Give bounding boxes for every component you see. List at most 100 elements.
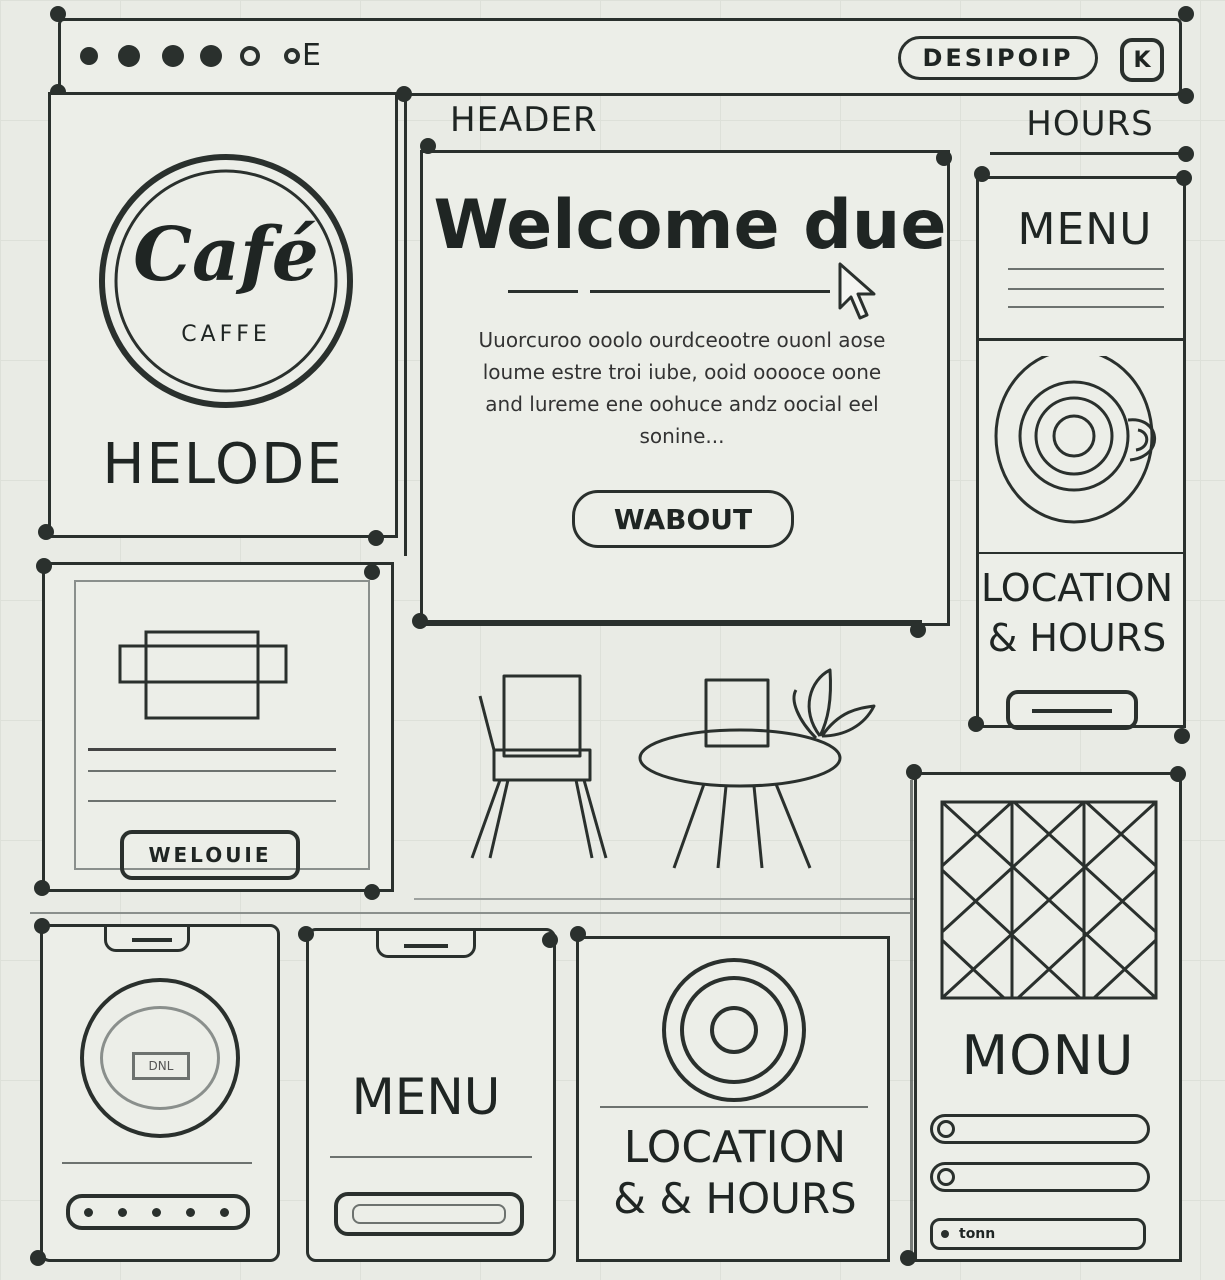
- plate-icon: DNL: [80, 978, 240, 1138]
- welcome-line: [88, 748, 336, 751]
- dot-icon: [186, 1208, 195, 1217]
- corner-node: [50, 6, 66, 22]
- dot-icon[interactable]: [200, 45, 222, 67]
- right-location-line2: & HOURS: [987, 616, 1167, 660]
- chair-table-icon: [470, 668, 876, 869]
- welcome-line: [88, 800, 336, 802]
- corner-node: [420, 138, 436, 154]
- corner-node: [368, 530, 384, 546]
- pattern-menu-label[interactable]: MONU: [916, 1024, 1180, 1087]
- welcome-inner: [74, 580, 370, 870]
- card2-button[interactable]: [334, 1192, 524, 1236]
- corner-node: [34, 880, 50, 896]
- right-location-line1: LOCATION: [980, 566, 1174, 610]
- corner-node: [38, 524, 54, 540]
- logo-caption: HELODE: [102, 432, 344, 497]
- card3-line: [600, 1106, 868, 1108]
- corner-node: [542, 932, 558, 948]
- corner-node: [1178, 6, 1194, 22]
- button-bar: [1032, 709, 1112, 713]
- corner-node: [364, 884, 380, 900]
- right-location-button[interactable]: [1006, 690, 1138, 730]
- hero-title: Welcome due: [433, 186, 947, 265]
- right-divider: [976, 552, 1186, 554]
- dot-icon: [84, 1208, 93, 1217]
- radio-icon: [937, 1120, 955, 1138]
- right-divider: [976, 338, 1186, 341]
- header-label: HEADER: [450, 100, 598, 140]
- sofa-icon: [118, 628, 288, 722]
- corner-node: [968, 716, 984, 732]
- menu-line: [1008, 288, 1164, 290]
- card2-line: [330, 1156, 532, 1158]
- titlebar-pill-label: DESIPOIP: [922, 44, 1074, 72]
- circle-icon[interactable]: [240, 46, 260, 66]
- hero-body: Uuorcuroo ooolo ourdceootre ouonl aose l…: [478, 328, 886, 448]
- corner-node: [34, 918, 50, 934]
- close-icon: K: [1133, 47, 1151, 73]
- input-dot-icon: [941, 1230, 949, 1238]
- circle-icon[interactable]: [284, 48, 300, 64]
- plate-badge: DNL: [132, 1052, 190, 1080]
- radio-field[interactable]: [930, 1162, 1150, 1192]
- dot-icon[interactable]: [162, 45, 184, 67]
- right-menu-label[interactable]: MENU: [980, 204, 1190, 255]
- hero-divider: [590, 290, 830, 293]
- button-bar: [352, 1204, 506, 1224]
- logo-sub: CAFFE: [181, 322, 271, 347]
- dot-icon[interactable]: [80, 47, 98, 65]
- target-icon: [660, 956, 808, 1104]
- hero-separator: [418, 620, 922, 623]
- titlebar-pill-button[interactable]: DESIPOIP: [898, 36, 1098, 80]
- corner-node: [1176, 170, 1192, 186]
- welcome-line: [88, 770, 336, 772]
- window-dots: E: [80, 38, 321, 74]
- text-input[interactable]: tonn: [930, 1218, 1146, 1250]
- corner-node: [412, 613, 428, 629]
- close-button[interactable]: K: [1120, 38, 1164, 82]
- card1-notch-bar: [132, 938, 172, 942]
- floor-line: [414, 898, 914, 900]
- about-button-label: WABOUT: [613, 502, 753, 536]
- radio-icon: [937, 1168, 955, 1186]
- card3-location-line1: LOCATION: [623, 1122, 847, 1173]
- lattice-icon: [940, 800, 1158, 1000]
- corner-node: [936, 150, 952, 166]
- corner-node: [910, 622, 926, 638]
- corner-node: [298, 926, 314, 942]
- dot-icon: [220, 1208, 229, 1217]
- welcome-button[interactable]: WELOUIE: [120, 830, 300, 880]
- menu-line: [1008, 306, 1164, 308]
- guide-line: [404, 96, 407, 556]
- radio-field[interactable]: [930, 1114, 1150, 1144]
- corner-node: [1170, 766, 1186, 782]
- corner-node: [1174, 728, 1190, 744]
- corner-node: [30, 1250, 46, 1266]
- dots-indicator[interactable]: [66, 1194, 250, 1230]
- guide-line: [30, 912, 910, 914]
- logo-script: Café: [133, 212, 319, 298]
- dot-icon[interactable]: [118, 45, 140, 67]
- cursor-icon: [836, 262, 880, 322]
- card2-notch: [376, 928, 476, 958]
- cafe-logo[interactable]: Café CAFFE: [95, 150, 357, 412]
- dot-icon: [118, 1208, 127, 1217]
- about-button[interactable]: WABOUT: [572, 490, 794, 548]
- extra-glyph: E: [302, 38, 321, 73]
- card2-menu-label[interactable]: MENU: [306, 1068, 546, 1126]
- dot-icon: [152, 1208, 161, 1217]
- furniture-illustration: [460, 650, 890, 880]
- corner-node: [974, 166, 990, 182]
- corner-node: [364, 564, 380, 580]
- corner-node: [570, 926, 586, 942]
- hours-label: HOURS: [1026, 104, 1154, 144]
- corner-node: [1178, 146, 1194, 162]
- corner-node: [906, 764, 922, 780]
- plate-badge-text: DNL: [148, 1059, 174, 1073]
- card2-notch-bar: [404, 944, 448, 948]
- header-rule: [990, 152, 1190, 155]
- corner-node: [36, 558, 52, 574]
- coffee-cup-icon: [990, 348, 1170, 534]
- corner-node: [1178, 88, 1194, 104]
- corner-node: [900, 1250, 916, 1266]
